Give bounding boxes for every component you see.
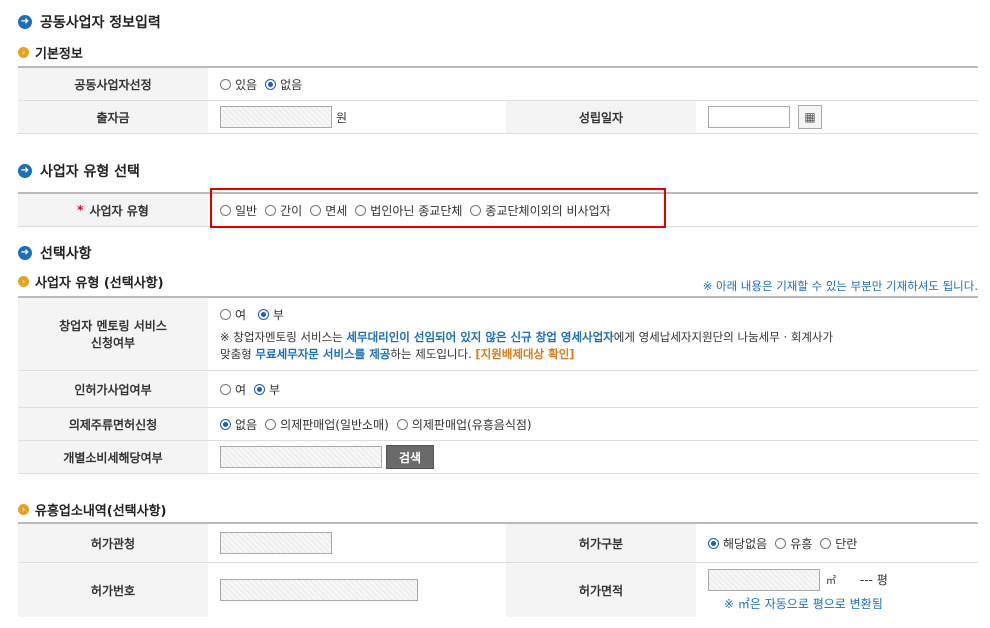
subtitle-type-optional: › 사업자 유형 (선택사항) <box>18 272 164 291</box>
arrow-icon: › <box>18 47 29 58</box>
license-no[interactable]: 부 <box>254 381 280 398</box>
pyeong-value: --- 평 <box>860 573 888 587</box>
radio-circle-icon <box>265 418 277 430</box>
notice-text: ※ 아래 내용은 기재할 수 있는 부분만 기재하셔도 됩니다. <box>702 279 978 293</box>
unit-label: ㎡ <box>826 576 836 587</box>
radio-circle-icon <box>396 418 408 430</box>
field-label: 창업자 멘토링 서비스 신청여부 <box>18 298 208 370</box>
liquor-none[interactable]: 없음 <box>220 416 257 433</box>
field-label: 허가번호 <box>18 563 208 617</box>
exclusion-link[interactable]: [지원배제대상 확인] <box>475 347 574 361</box>
field-label: * 사업자 유형 <box>18 194 208 226</box>
liquor-retail[interactable]: 의제판매업(일반소매) <box>265 416 389 433</box>
excise-input[interactable] <box>220 446 382 468</box>
mentor-yes[interactable]: 여 <box>220 306 246 323</box>
radio-circle-icon <box>820 537 832 549</box>
section-title-type: ➜ 사업자 유형 선택 <box>18 161 140 181</box>
arrow-icon: › <box>18 504 29 515</box>
radio-circle-icon <box>257 308 269 320</box>
mentor-no[interactable]: 부 <box>257 306 284 323</box>
field-label: 공동사업자선정 <box>18 68 208 100</box>
office-input[interactable] <box>220 532 332 554</box>
area-note: ※ ㎡은 자동으로 평으로 변환됨 <box>724 596 883 611</box>
kind-none[interactable]: 해당없음 <box>708 535 767 552</box>
highlight-box <box>210 188 666 228</box>
license-yes[interactable]: 여 <box>220 381 246 398</box>
field-label: 성립일자 <box>506 101 696 133</box>
radio-circle-icon <box>254 383 266 395</box>
mentor-description: ※ 창업자멘토링 서비스는 세무대리인이 선임되어 있지 않은 신규 창업 영세… <box>220 329 834 361</box>
kind-karaoke[interactable]: 단란 <box>820 535 857 552</box>
arrow-icon: ➜ <box>18 15 32 29</box>
capital-input[interactable] <box>220 106 332 128</box>
field-label: 인허가사업여부 <box>18 371 208 407</box>
field-label: 허가구분 <box>506 524 696 562</box>
area-input[interactable] <box>708 568 820 591</box>
license-number-input[interactable] <box>220 579 418 601</box>
radio-circle-icon <box>220 383 231 395</box>
kind-entertainment[interactable]: 유흥 <box>775 535 812 552</box>
radio-circle-icon <box>220 308 231 320</box>
liquor-entertainment[interactable]: 의제판매업(유흥음식점) <box>396 416 532 433</box>
radio-circle-icon <box>265 78 277 90</box>
radio-no[interactable]: 없음 <box>265 76 302 93</box>
unit-label: 원 <box>336 110 348 125</box>
field-label: 출자금 <box>18 101 208 133</box>
basic-info-table: 공동사업자선정 있음 없음 출자금 원 성립일자 ▦ <box>18 66 978 134</box>
section-title-optional: ➜ 선택사항 <box>18 243 92 263</box>
search-button[interactable]: 검색 <box>386 445 435 469</box>
field-label: 개별소비세해당여부 <box>18 441 208 473</box>
calendar-icon[interactable]: ▦ <box>798 105 822 129</box>
radio-yes[interactable]: 있음 <box>220 76 257 93</box>
arrow-icon: › <box>18 276 29 287</box>
field-label: 허가관청 <box>18 524 208 562</box>
field-label: 의제주류면허신청 <box>18 408 208 440</box>
date-input[interactable] <box>708 106 790 128</box>
subtitle-entertainment: › 유흥업소내역(선택사항) <box>18 500 166 519</box>
arrow-icon: ➜ <box>18 246 32 260</box>
field-label: 허가면적 <box>506 563 696 617</box>
radio-circle-icon <box>775 537 787 549</box>
radio-circle-icon <box>220 78 231 90</box>
radio-circle-icon <box>220 418 231 430</box>
radio-circle-icon <box>708 537 719 549</box>
section-title-joint: ➜ 공동사업자 정보입력 <box>18 12 161 32</box>
entertainment-table: 허가관청 허가구분 해당없음 유흥 단란 허가번호 허가면적 ㎡ --- 평 ※… <box>18 522 978 617</box>
required-mark: * <box>77 203 84 217</box>
optional-table: 창업자 멘토링 서비스 신청여부 여 부 ※ 창업자멘토링 서비스는 세무대리인… <box>18 296 978 474</box>
arrow-icon: ➜ <box>18 164 32 178</box>
subtitle-basic: › 기본정보 <box>18 43 83 62</box>
